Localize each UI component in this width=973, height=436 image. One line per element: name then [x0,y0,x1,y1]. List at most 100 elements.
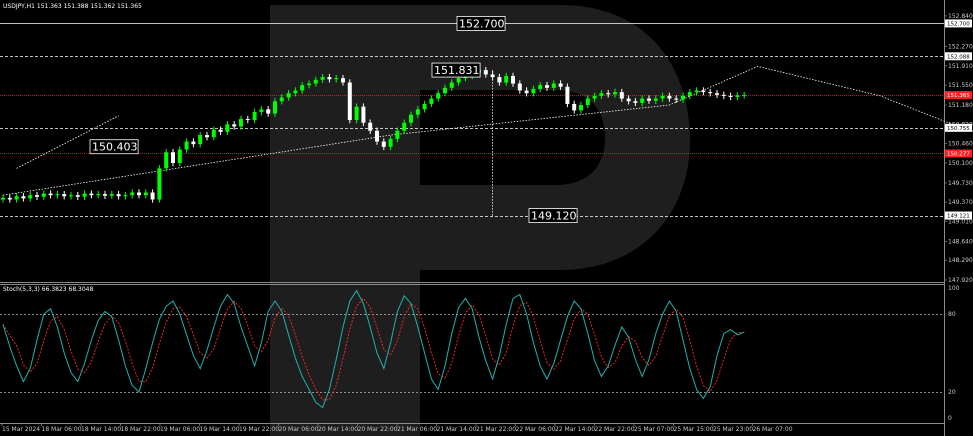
candle-body [660,95,665,99]
candle-body [239,118,243,127]
indicator-header: Stoch(5,3,3) 66.3823 68.3048 [3,286,94,293]
candle-body [82,193,87,197]
candle-body [273,101,277,114]
candle-body [28,195,33,199]
candle-body [334,78,339,80]
candle-body [245,118,250,121]
stoch-tick-label: 0 [948,415,952,422]
candle-body [1,197,5,200]
candle-body [381,141,386,147]
candle-body [449,82,454,88]
candle-body [62,194,67,197]
candle-body [619,92,624,99]
candle-body [259,109,264,112]
candle-body [483,70,488,75]
candle-body [218,129,223,132]
candle-body [347,82,352,121]
candle-body [157,168,162,200]
annotation-label: 150.403 [92,141,138,154]
y-tick-label: 151.550 [948,82,973,89]
candle-body [402,122,407,131]
candle-body [171,152,175,163]
candle-body [205,135,209,138]
candle-body [313,79,318,84]
candle-body [55,194,60,196]
candle-body [211,129,216,138]
symbol-header: USDJPY,H1 151.363 151.388 151.362 151.36… [3,3,142,10]
candle-body [164,152,169,169]
candle-body [300,85,305,91]
x-tick-label: 18 Mar 14:00 [81,426,121,433]
x-tick-label: 26 Mar 07:00 [753,426,793,433]
x-tick-label: 19 Mar 14:00 [200,426,240,433]
x-tick-label: 18 Mar 06:00 [42,426,82,433]
candle-body [504,76,509,83]
candle-body [687,92,692,96]
candle-body [551,83,556,88]
candle-body [395,130,400,139]
candle-body [640,98,645,103]
candle-body [613,92,617,95]
x-tick-label: 25 Mar 23:00 [713,426,753,433]
x-tick-label: 20 Mar 22:00 [358,426,398,433]
candle-body [293,90,298,94]
candle-body [409,114,413,123]
candle-body [327,77,332,80]
x-tick-label: 25 Mar 07:00 [634,426,674,433]
candle-body [436,93,441,99]
candle-body [7,197,12,200]
price-tag-label: 152.088 [947,54,970,60]
candle-body [538,85,543,89]
candle-body [361,106,366,123]
price-tag-label: 149.121 [947,214,970,220]
candle-body [286,93,291,98]
annotation-label: 151.831 [434,64,480,77]
candle-body [21,196,26,199]
x-tick-label: 22 Mar 22:00 [595,426,635,433]
x-tick-label: 20 Mar 06:00 [279,426,319,433]
candle-body [48,193,53,196]
stoch-axis: 100 80 20 0 [948,285,960,422]
candle-body [728,95,733,97]
y-tick-label: 152.840 [948,13,973,20]
price-tag-label: 151.365 [947,93,970,99]
price-tag-label: 150.755 [947,126,970,132]
candle-body [75,195,80,197]
candle-body [388,138,393,147]
candle-body [647,98,651,101]
candle-body [545,85,549,88]
candle-body [667,95,672,99]
candle-body [579,105,583,111]
x-tick-label: 22 Mar 14:00 [555,426,595,433]
chart-canvas[interactable]: 152.840152.270151.910151.550151.180150.8… [0,0,973,436]
candle-body [565,86,570,104]
candle-body [531,88,536,94]
candle-body [694,90,699,93]
candle-body [524,90,529,94]
candle-body [69,195,73,197]
y-tick-label: 152.270 [948,44,973,51]
candle-body [415,109,420,115]
x-tick-label: 21 Mar 06:00 [397,426,437,433]
candle-body [626,98,631,102]
y-tick-label: 149.730 [948,180,973,187]
candle-body [123,195,128,197]
price-tag-label: 152.700 [947,21,970,27]
candle-body [375,130,379,142]
candle-body [517,83,522,91]
candle-body [735,95,740,97]
candle-body [41,193,46,197]
x-tick-label: 25 Mar 15:00 [674,426,714,433]
annotation-label: 152.700 [459,17,505,30]
x-tick-label: 19 Mar 06:00 [160,426,200,433]
candle-body [558,83,563,87]
candle-body [116,194,121,197]
candle-body [633,101,638,103]
candle-body [511,76,515,84]
candle-body [198,135,203,145]
candle-body [109,194,114,196]
candle-body [14,196,19,200]
candle-body [103,194,107,196]
candle-body [252,111,257,121]
candle-body [130,192,135,196]
